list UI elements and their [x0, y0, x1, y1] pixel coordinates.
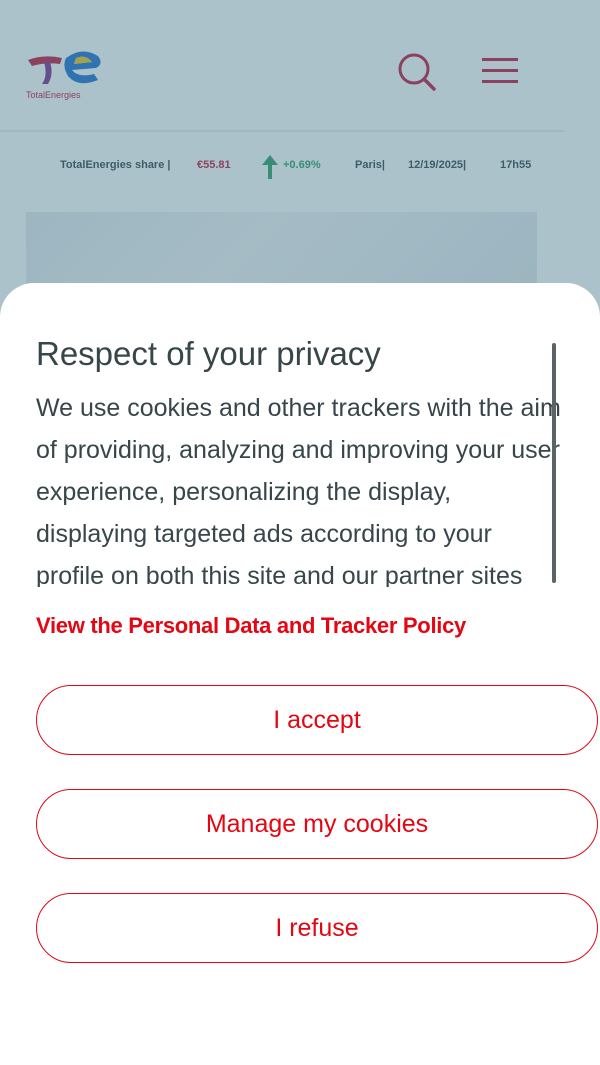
cookie-dialog-body: We use cookies and other trackers with t…	[36, 394, 561, 587]
privacy-policy-link[interactable]: View the Personal Data and Tracker Polic…	[36, 613, 466, 639]
cookie-text-scroll-area[interactable]: Respect of your privacy We use cookies a…	[36, 331, 566, 587]
refuse-cookies-button[interactable]: I refuse	[36, 893, 598, 963]
manage-cookies-button[interactable]: Manage my cookies	[36, 789, 598, 859]
accept-cookies-button[interactable]: I accept	[36, 685, 598, 755]
cookie-dialog-title: Respect of your privacy	[36, 335, 381, 372]
cookie-consent-dialog: Respect of your privacy We use cookies a…	[0, 283, 600, 1065]
scrollbar[interactable]	[552, 343, 556, 583]
